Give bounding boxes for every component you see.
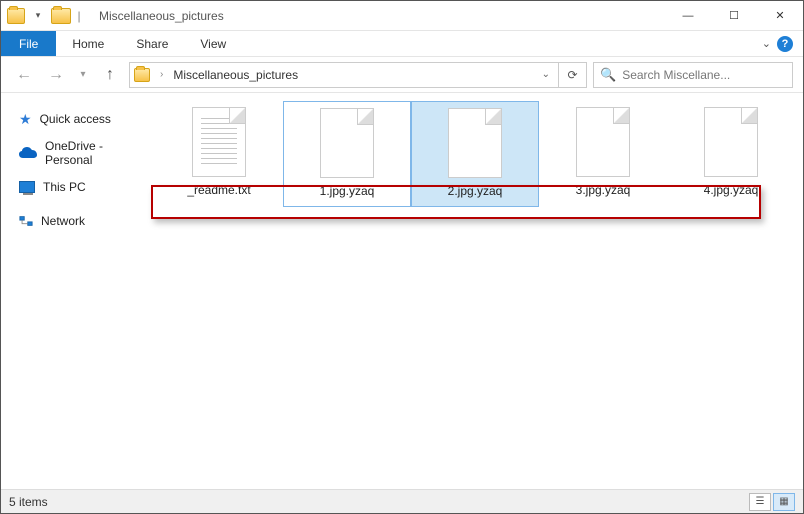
- folder-icon: [51, 8, 71, 24]
- cloud-icon: [19, 147, 37, 159]
- view-details-button[interactable]: ☰: [749, 493, 771, 511]
- window-controls: — ☐ ✕: [665, 1, 803, 31]
- up-button[interactable]: ↑: [97, 62, 123, 88]
- qat-customize[interactable]: |: [73, 5, 85, 27]
- sidebar-item-this-pc[interactable]: This PC: [15, 175, 147, 199]
- forward-button[interactable]: →: [43, 62, 69, 88]
- document-icon: [320, 108, 374, 178]
- window-title: Miscellaneous_pictures: [85, 9, 224, 23]
- address-bar[interactable]: › Miscellaneous_pictures ⌄: [129, 62, 559, 88]
- file-item[interactable]: 3.jpg.yzaq: [539, 101, 667, 207]
- document-icon: [192, 107, 246, 177]
- tab-share[interactable]: Share: [120, 31, 184, 56]
- back-button[interactable]: ←: [11, 62, 37, 88]
- close-button[interactable]: ✕: [757, 1, 803, 31]
- arrow-up-icon: ↑: [106, 66, 114, 84]
- file-name-label: 1.jpg.yzaq: [320, 184, 375, 198]
- file-item[interactable]: 2.jpg.yzaq: [411, 101, 539, 207]
- view-switcher: ☰ ▦: [749, 493, 795, 511]
- search-placeholder: Search Miscellane...: [622, 68, 730, 82]
- sidebar-item-onedrive[interactable]: OneDrive - Personal: [15, 141, 147, 165]
- arrow-left-icon: ←: [16, 66, 32, 84]
- title-bar: ▾ | Miscellaneous_pictures — ☐ ✕: [1, 1, 803, 31]
- minimize-icon: —: [683, 10, 694, 22]
- details-view-icon: ☰: [756, 496, 765, 507]
- document-icon: [576, 107, 630, 177]
- folder-icon: [134, 68, 150, 82]
- sidebar-item-label: Network: [41, 214, 85, 228]
- page-fold-icon: [357, 109, 373, 125]
- file-item[interactable]: _readme.txt: [155, 101, 283, 207]
- qat-dropdown[interactable]: ▾: [27, 5, 49, 27]
- view-large-icons-button[interactable]: ▦: [773, 493, 795, 511]
- tab-file[interactable]: File: [1, 31, 56, 56]
- navigation-bar: ← → ▾ ↑ › Miscellaneous_pictures ⌄ ⟳ 🔍 S…: [1, 57, 803, 93]
- breadcrumb-separator-icon: ›: [156, 69, 167, 80]
- sidebar-item-label: Quick access: [40, 112, 111, 126]
- file-name-label: _readme.txt: [187, 183, 250, 197]
- minimize-button[interactable]: —: [665, 1, 711, 31]
- search-icon: 🔍: [600, 67, 616, 83]
- file-item[interactable]: 4.jpg.yzaq: [667, 101, 795, 207]
- file-name-label: 3.jpg.yzaq: [576, 183, 631, 197]
- page-fold-icon: [741, 108, 757, 124]
- navigation-pane: ★ Quick access OneDrive - Personal This …: [1, 93, 147, 489]
- document-icon: [448, 108, 502, 178]
- refresh-button[interactable]: ⟳: [559, 62, 587, 88]
- network-icon: [19, 215, 33, 227]
- breadcrumb-current[interactable]: Miscellaneous_pictures: [173, 68, 298, 82]
- files-row: _readme.txt 1.jpg.yzaq 2.jpg.yzaq 3.jpg.yza…: [155, 101, 795, 207]
- tab-view[interactable]: View: [184, 31, 242, 56]
- status-item-count: 5 items: [9, 495, 48, 509]
- tab-home[interactable]: Home: [56, 31, 120, 56]
- file-list-pane[interactable]: _readme.txt 1.jpg.yzaq 2.jpg.yzaq 3.jpg.yza…: [147, 93, 803, 489]
- sidebar-item-quick-access[interactable]: ★ Quick access: [15, 107, 147, 131]
- chevron-down-icon: ▾: [80, 69, 85, 80]
- refresh-icon: ⟳: [567, 68, 577, 82]
- sidebar-item-network[interactable]: Network: [15, 209, 147, 233]
- recent-locations-button[interactable]: ▾: [75, 62, 91, 88]
- sidebar-item-label: OneDrive - Personal: [45, 139, 143, 167]
- page-fold-icon: [229, 108, 245, 124]
- monitor-icon: [19, 181, 35, 193]
- help-button[interactable]: ?: [777, 36, 793, 52]
- close-icon: ✕: [775, 9, 784, 22]
- ribbon-tabs: File Home Share View ⌄ ?: [1, 31, 803, 57]
- arrow-right-icon: →: [48, 66, 64, 84]
- explorer-body: ★ Quick access OneDrive - Personal This …: [1, 93, 803, 489]
- address-dropdown[interactable]: ⌄: [542, 69, 554, 80]
- ribbon-collapse-button[interactable]: ⌄: [762, 37, 771, 50]
- document-icon: [704, 107, 758, 177]
- file-name-label: 2.jpg.yzaq: [448, 184, 503, 198]
- help-icon: ?: [782, 38, 789, 50]
- file-name-label: 4.jpg.yzaq: [704, 183, 759, 197]
- folder-icon: [7, 8, 25, 24]
- search-input[interactable]: 🔍 Search Miscellane...: [593, 62, 793, 88]
- maximize-icon: ☐: [729, 9, 739, 22]
- page-fold-icon: [485, 109, 501, 125]
- large-icons-view-icon: ▦: [779, 496, 788, 507]
- quick-access-toolbar: ▾ |: [1, 5, 85, 27]
- maximize-button[interactable]: ☐: [711, 1, 757, 31]
- page-fold-icon: [613, 108, 629, 124]
- sidebar-item-label: This PC: [43, 180, 86, 194]
- chevron-down-icon: ▾: [36, 10, 41, 21]
- file-item[interactable]: 1.jpg.yzaq: [283, 101, 411, 207]
- separator-icon: |: [77, 9, 80, 23]
- status-bar: 5 items ☰ ▦: [1, 489, 803, 513]
- star-icon: ★: [19, 111, 32, 128]
